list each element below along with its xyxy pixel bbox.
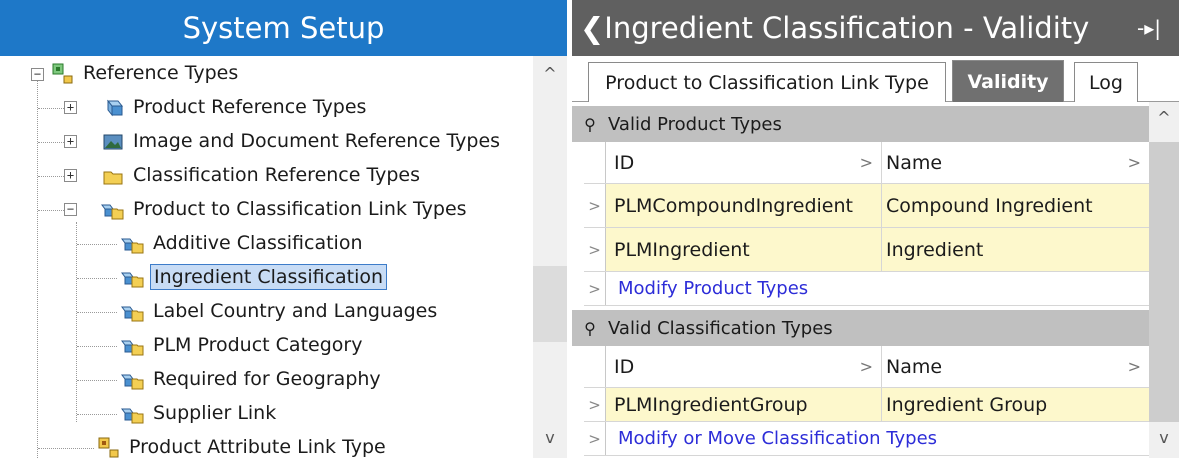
tree-scrollbar[interactable]: ^ v bbox=[533, 56, 567, 458]
link-type-icon bbox=[120, 233, 144, 254]
validity-content: ⚲ Valid Product Types ID > Name > > PLMCom… bbox=[572, 102, 1149, 458]
collapse-reference-types-button[interactable]: − bbox=[31, 68, 44, 81]
tree-item-product-attribute-link-type[interactable]: Product Attribute Link Type bbox=[96, 430, 389, 458]
tree-item-plm-product-category[interactable]: PLM Product Category bbox=[120, 328, 365, 362]
editor-title: ❮Ingredient Classification - Validity -▸… bbox=[572, 0, 1179, 56]
id-column-header[interactable]: ID bbox=[614, 152, 634, 174]
sort-arrow-icon[interactable]: > bbox=[1128, 153, 1141, 172]
table-row[interactable]: > PLMIngredientGroup Ingredient Group bbox=[584, 388, 1149, 422]
row-marker-icon[interactable]: > bbox=[584, 388, 606, 421]
valid-classification-types-header: ⚲ Valid Classification Types bbox=[572, 310, 1149, 346]
expand-product-reference-types-button[interactable]: + bbox=[64, 101, 77, 114]
scroll-up-icon[interactable]: ^ bbox=[1149, 108, 1179, 127]
link-type-icon bbox=[120, 403, 144, 424]
tree-item-label-country-languages[interactable]: Label Country and Languages bbox=[120, 294, 440, 328]
valid-product-types-header: ⚲ Valid Product Types bbox=[572, 106, 1149, 142]
expand-image-document-reference-types-button[interactable]: + bbox=[64, 135, 77, 148]
collapse-product-classification-link-types-button[interactable]: − bbox=[64, 203, 77, 216]
tab-validity[interactable]: Validity bbox=[952, 60, 1064, 102]
link-type-icon bbox=[120, 335, 144, 356]
link-type-icon bbox=[100, 199, 124, 220]
tree-guide-line bbox=[37, 74, 38, 458]
row-marker-icon: > bbox=[584, 422, 606, 455]
pin-icon[interactable]: ⚲ bbox=[572, 319, 608, 338]
product-types-column-header: ID > Name > bbox=[584, 142, 1149, 184]
tree-item-ingredient-classification[interactable]: Ingredient Classification bbox=[120, 260, 388, 294]
scroll-up-icon[interactable]: ^ bbox=[533, 64, 567, 83]
image-link-icon bbox=[100, 131, 124, 151]
sort-arrow-icon[interactable]: > bbox=[860, 357, 873, 376]
tree-item-reference-types[interactable]: Reference Types bbox=[50, 56, 241, 90]
table-row[interactable]: > PLMCompoundIngredient Compound Ingredi… bbox=[584, 184, 1149, 228]
link-type-icon bbox=[120, 301, 144, 322]
tree-item-required-for-geography[interactable]: Required for Geography bbox=[120, 362, 384, 396]
tree-item-classification-reference-types[interactable]: Classification Reference Types bbox=[100, 158, 423, 192]
reference-types-tree: − Reference Types + Product Reference Ty… bbox=[0, 56, 533, 458]
folder-link-icon bbox=[100, 165, 124, 185]
tab-log[interactable]: Log bbox=[1074, 62, 1138, 102]
row-name[interactable]: Compound Ingredient bbox=[882, 184, 1149, 227]
expand-classification-reference-types-button[interactable]: + bbox=[64, 169, 77, 182]
row-name[interactable]: Ingredient Group bbox=[882, 388, 1149, 421]
system-setup-title: System Setup bbox=[0, 0, 567, 56]
tree-guide-line bbox=[76, 222, 77, 422]
row-id[interactable]: PLMIngredient bbox=[606, 228, 882, 271]
tree-item-supplier-link[interactable]: Supplier Link bbox=[120, 396, 279, 430]
sort-arrow-icon[interactable]: > bbox=[860, 153, 873, 172]
link-type-icon bbox=[120, 369, 144, 390]
row-id[interactable]: PLMCompoundIngredient bbox=[606, 184, 882, 227]
validity-editor-panel: ❮Ingredient Classification - Validity -▸… bbox=[572, 0, 1179, 458]
pin-icon[interactable]: ⚲ bbox=[572, 115, 608, 134]
content-scrollbar[interactable]: ^ v bbox=[1149, 102, 1179, 458]
scrollbar-thumb[interactable] bbox=[533, 266, 567, 342]
editor-title-text[interactable]: ❮Ingredient Classification - Validity bbox=[580, 11, 1089, 45]
scroll-down-icon[interactable]: v bbox=[1149, 428, 1179, 447]
row-marker-icon[interactable]: > bbox=[584, 228, 606, 271]
modify-product-types-row: > Modify Product Types bbox=[584, 272, 1149, 306]
classification-types-column-header: ID > Name > bbox=[584, 346, 1149, 388]
system-setup-panel: System Setup − Reference Types + Product… bbox=[0, 0, 567, 458]
tree-item-product-classification-link-types[interactable]: Product to Classification Link Types bbox=[100, 192, 470, 226]
modify-classification-types-link[interactable]: Modify or Move Classification Types bbox=[618, 422, 937, 455]
scrollbar-thumb[interactable] bbox=[1149, 142, 1179, 422]
link-type-icon bbox=[120, 267, 144, 288]
id-column-header[interactable]: ID bbox=[614, 356, 634, 378]
scroll-down-icon[interactable]: v bbox=[533, 428, 567, 447]
modify-product-types-link[interactable]: Modify Product Types bbox=[618, 272, 808, 305]
sort-arrow-icon[interactable]: > bbox=[1128, 357, 1141, 376]
row-marker-icon[interactable]: > bbox=[584, 184, 606, 227]
name-column-header[interactable]: Name bbox=[886, 152, 942, 174]
tab-product-classification-link-type[interactable]: Product to Classification Link Type bbox=[588, 62, 946, 102]
row-name[interactable]: Ingredient bbox=[882, 228, 1149, 271]
modify-classification-types-row: > Modify or Move Classification Types bbox=[584, 422, 1149, 456]
attribute-link-icon bbox=[96, 437, 120, 458]
tree-item-image-document-reference-types[interactable]: Image and Document Reference Types bbox=[100, 124, 503, 158]
editor-tabs: Product to Classification Link Type Vali… bbox=[572, 56, 1179, 102]
row-id[interactable]: PLMIngredientGroup bbox=[606, 388, 882, 421]
tree-item-product-reference-types[interactable]: Product Reference Types bbox=[100, 90, 369, 124]
row-marker-icon: > bbox=[584, 272, 606, 305]
pin-panel-icon[interactable]: -▸| bbox=[1137, 16, 1161, 40]
cube-link-icon bbox=[100, 97, 124, 117]
tree-item-additive-classification[interactable]: Additive Classification bbox=[120, 226, 365, 260]
name-column-header[interactable]: Name bbox=[886, 356, 942, 378]
table-row[interactable]: > PLMIngredient Ingredient bbox=[584, 228, 1149, 272]
reference-types-icon bbox=[50, 63, 74, 84]
